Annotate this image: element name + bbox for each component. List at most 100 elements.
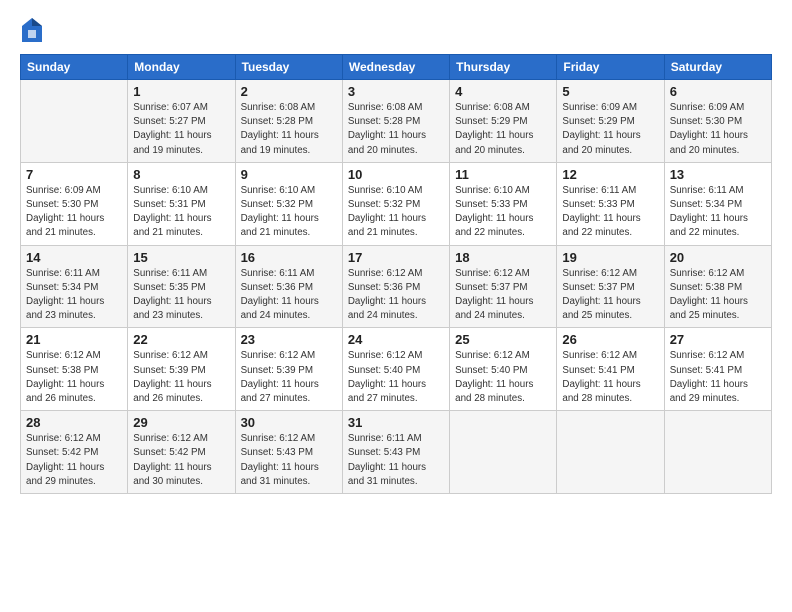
day-number: 10 [348, 167, 444, 182]
week-row-2: 7Sunrise: 6:09 AMSunset: 5:30 PMDaylight… [21, 162, 772, 245]
day-number: 16 [241, 250, 337, 265]
week-row-4: 21 Sunrise: 6:12 AMSunset: 5:38 PMDayligh… [21, 328, 772, 411]
day-info: Sunrise: 6:09 AMSunset: 5:30 PMDaylight:… [670, 101, 766, 158]
col-wednesday: Wednesday [342, 55, 449, 80]
day-number: 17 [348, 250, 444, 265]
day-info: Sunrise: 6:09 AMSunset: 5:29 PMDaylight:… [562, 101, 658, 158]
header [20, 16, 772, 44]
day-cell: 22 Sunrise: 6:12 AMSunset: 5:39 PMDayligh… [128, 328, 235, 411]
day-info: Sunrise: 6:11 AMSunset: 5:33 PMDaylight:… [562, 184, 658, 241]
logo-icon [20, 16, 44, 44]
day-cell: 2 Sunrise: 6:08 AMSunset: 5:28 PMDaylight… [235, 80, 342, 163]
day-number: 18 [455, 250, 551, 265]
day-cell: 6Sunrise: 6:09 AMSunset: 5:30 PMDaylight… [664, 80, 771, 163]
day-info: Sunrise: 6:10 AMSunset: 5:33 PMDaylight:… [455, 184, 551, 241]
day-info: Sunrise: 6:10 AMSunset: 5:32 PMDaylight:… [348, 184, 444, 241]
day-cell: 23Sunrise: 6:12 AMSunset: 5:39 PMDayligh… [235, 328, 342, 411]
col-tuesday: Tuesday [235, 55, 342, 80]
day-info: Sunrise: 6:12 AMSunset: 5:43 PMDaylight:… [241, 432, 337, 489]
day-number: 29 [133, 415, 229, 430]
day-info: Sunrise: 6:10 AMSunset: 5:32 PMDaylight:… [241, 184, 337, 241]
header-row: Sunday Monday Tuesday Wednesday Thursday… [21, 55, 772, 80]
day-number: 26 [562, 332, 658, 347]
day-number: 25 [455, 332, 551, 347]
day-number: 28 [26, 415, 122, 430]
col-sunday: Sunday [21, 55, 128, 80]
day-cell: 16Sunrise: 6:11 AMSunset: 5:36 PMDayligh… [235, 245, 342, 328]
day-info: Sunrise: 6:11 AMSunset: 5:34 PMDaylight:… [670, 184, 766, 241]
day-cell [21, 80, 128, 163]
day-info: Sunrise: 6:08 AMSunset: 5:28 PMDaylight:… [241, 101, 337, 158]
day-cell: 8 Sunrise: 6:10 AMSunset: 5:31 PMDaylight… [128, 162, 235, 245]
col-thursday: Thursday [450, 55, 557, 80]
day-cell: 1Sunrise: 6:07 AMSunset: 5:27 PMDaylight… [128, 80, 235, 163]
day-info: Sunrise: 6:12 AMSunset: 5:41 PMDaylight:… [670, 349, 766, 406]
col-saturday: Saturday [664, 55, 771, 80]
day-cell: 28 Sunrise: 6:12 AMSunset: 5:42 PMDayligh… [21, 411, 128, 494]
day-cell: 27 Sunrise: 6:12 AMSunset: 5:41 PMDayligh… [664, 328, 771, 411]
day-info: Sunrise: 6:12 AMSunset: 5:38 PMDaylight:… [26, 349, 122, 406]
day-number: 20 [670, 250, 766, 265]
day-cell: 7Sunrise: 6:09 AMSunset: 5:30 PMDaylight… [21, 162, 128, 245]
day-cell: 10 Sunrise: 6:10 AMSunset: 5:32 PMDayligh… [342, 162, 449, 245]
day-number: 4 [455, 84, 551, 99]
week-row-5: 28 Sunrise: 6:12 AMSunset: 5:42 PMDayligh… [21, 411, 772, 494]
day-info: Sunrise: 6:12 AMSunset: 5:36 PMDaylight:… [348, 267, 444, 324]
day-number: 5 [562, 84, 658, 99]
day-info: Sunrise: 6:12 AMSunset: 5:41 PMDaylight:… [562, 349, 658, 406]
day-number: 27 [670, 332, 766, 347]
day-info: Sunrise: 6:12 AMSunset: 5:37 PMDaylight:… [562, 267, 658, 324]
day-info: Sunrise: 6:12 AMSunset: 5:37 PMDaylight:… [455, 267, 551, 324]
day-cell: 18 Sunrise: 6:12 AMSunset: 5:37 PMDayligh… [450, 245, 557, 328]
col-monday: Monday [128, 55, 235, 80]
day-info: Sunrise: 6:08 AMSunset: 5:28 PMDaylight:… [348, 101, 444, 158]
day-cell: 30 Sunrise: 6:12 AMSunset: 5:43 PMDayligh… [235, 411, 342, 494]
day-info: Sunrise: 6:11 AMSunset: 5:43 PMDaylight:… [348, 432, 444, 489]
day-info: Sunrise: 6:12 AMSunset: 5:39 PMDaylight:… [133, 349, 229, 406]
day-cell: 12 Sunrise: 6:11 AMSunset: 5:33 PMDayligh… [557, 162, 664, 245]
day-number: 9 [241, 167, 337, 182]
day-number: 23 [241, 332, 337, 347]
day-cell [664, 411, 771, 494]
day-cell: 31Sunrise: 6:11 AMSunset: 5:43 PMDayligh… [342, 411, 449, 494]
page: Sunday Monday Tuesday Wednesday Thursday… [0, 0, 792, 612]
day-cell: 5 Sunrise: 6:09 AMSunset: 5:29 PMDaylight… [557, 80, 664, 163]
day-cell: 21 Sunrise: 6:12 AMSunset: 5:38 PMDayligh… [21, 328, 128, 411]
logo [20, 16, 46, 44]
day-cell: 13 Sunrise: 6:11 AMSunset: 5:34 PMDayligh… [664, 162, 771, 245]
day-cell: 14Sunrise: 6:11 AMSunset: 5:34 PMDayligh… [21, 245, 128, 328]
day-number: 12 [562, 167, 658, 182]
day-cell: 26 Sunrise: 6:12 AMSunset: 5:41 PMDayligh… [557, 328, 664, 411]
calendar-table: Sunday Monday Tuesday Wednesday Thursday… [20, 54, 772, 494]
day-number: 2 [241, 84, 337, 99]
day-number: 30 [241, 415, 337, 430]
day-cell: 19 Sunrise: 6:12 AMSunset: 5:37 PMDayligh… [557, 245, 664, 328]
day-info: Sunrise: 6:12 AMSunset: 5:42 PMDaylight:… [26, 432, 122, 489]
day-number: 21 [26, 332, 122, 347]
day-number: 3 [348, 84, 444, 99]
day-number: 22 [133, 332, 229, 347]
day-cell: 11 Sunrise: 6:10 AMSunset: 5:33 PMDayligh… [450, 162, 557, 245]
day-info: Sunrise: 6:12 AMSunset: 5:38 PMDaylight:… [670, 267, 766, 324]
week-row-3: 14Sunrise: 6:11 AMSunset: 5:34 PMDayligh… [21, 245, 772, 328]
day-number: 1 [133, 84, 229, 99]
day-info: Sunrise: 6:10 AMSunset: 5:31 PMDaylight:… [133, 184, 229, 241]
col-friday: Friday [557, 55, 664, 80]
day-number: 11 [455, 167, 551, 182]
day-cell: 17 Sunrise: 6:12 AMSunset: 5:36 PMDayligh… [342, 245, 449, 328]
day-number: 15 [133, 250, 229, 265]
day-number: 19 [562, 250, 658, 265]
day-cell: 24Sunrise: 6:12 AMSunset: 5:40 PMDayligh… [342, 328, 449, 411]
day-cell: 9 Sunrise: 6:10 AMSunset: 5:32 PMDaylight… [235, 162, 342, 245]
day-info: Sunrise: 6:11 AMSunset: 5:35 PMDaylight:… [133, 267, 229, 324]
day-cell: 4 Sunrise: 6:08 AMSunset: 5:29 PMDaylight… [450, 80, 557, 163]
day-info: Sunrise: 6:12 AMSunset: 5:40 PMDaylight:… [455, 349, 551, 406]
day-info: Sunrise: 6:08 AMSunset: 5:29 PMDaylight:… [455, 101, 551, 158]
day-cell: 20 Sunrise: 6:12 AMSunset: 5:38 PMDayligh… [664, 245, 771, 328]
day-number: 8 [133, 167, 229, 182]
day-cell: 29Sunrise: 6:12 AMSunset: 5:42 PMDayligh… [128, 411, 235, 494]
day-info: Sunrise: 6:12 AMSunset: 5:40 PMDaylight:… [348, 349, 444, 406]
day-number: 13 [670, 167, 766, 182]
day-cell: 25 Sunrise: 6:12 AMSunset: 5:40 PMDayligh… [450, 328, 557, 411]
week-row-1: 1Sunrise: 6:07 AMSunset: 5:27 PMDaylight… [21, 80, 772, 163]
